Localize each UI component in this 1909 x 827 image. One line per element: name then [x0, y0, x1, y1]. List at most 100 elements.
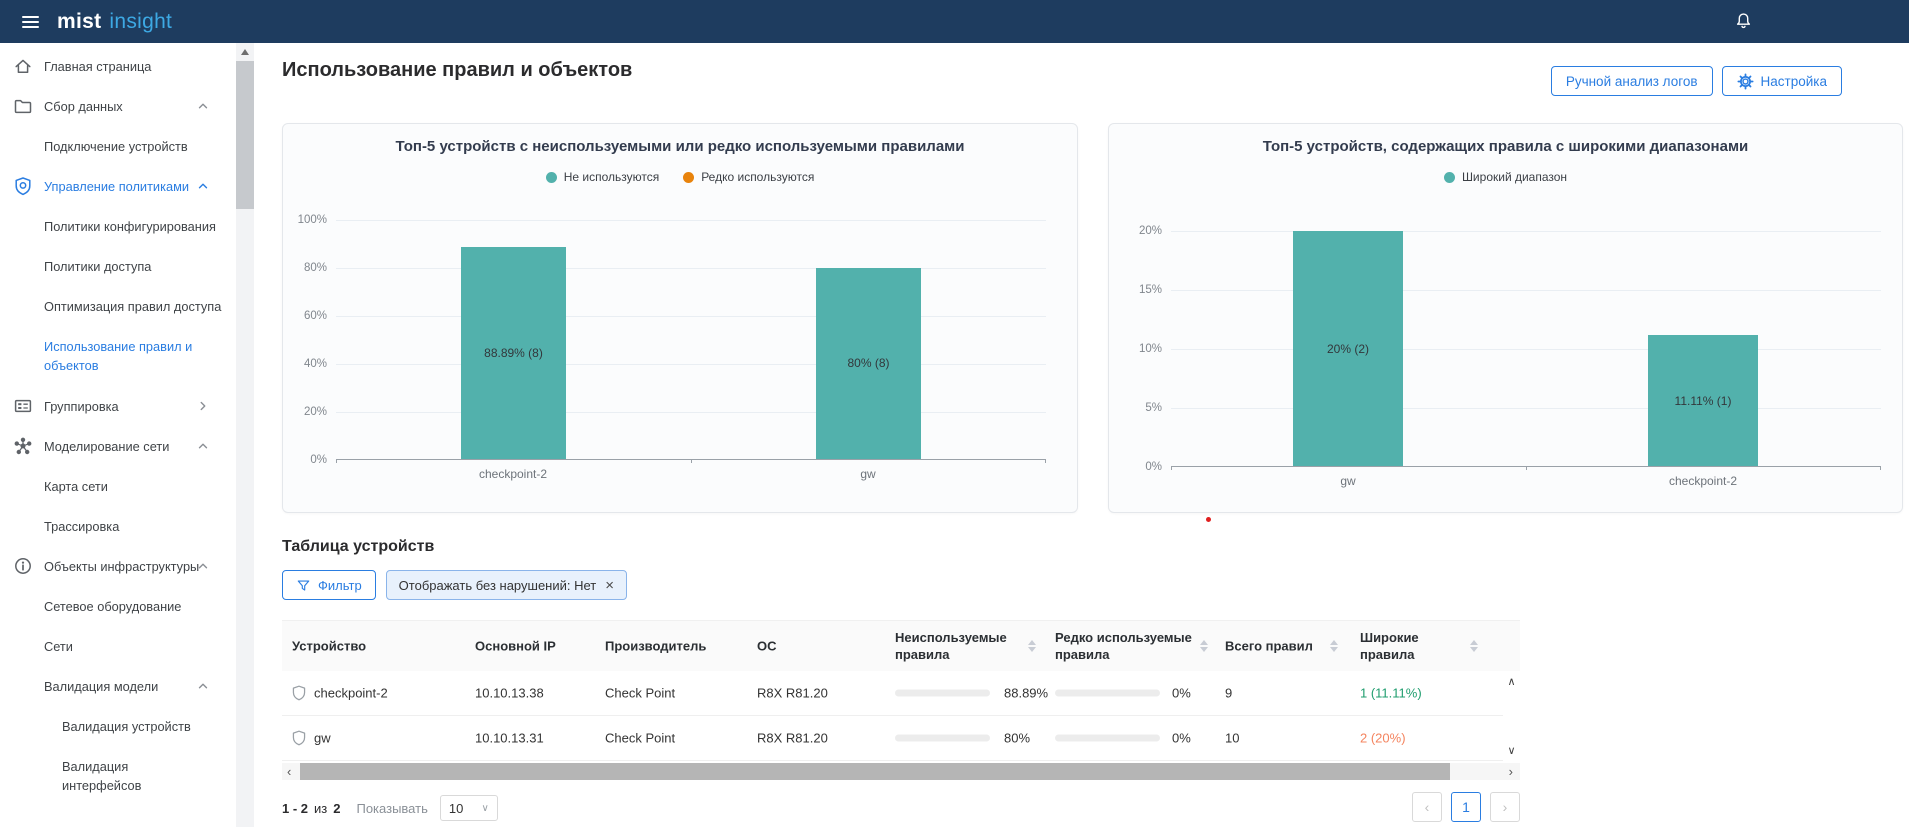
column-header-total-rules[interactable]: Всего правил — [1225, 638, 1313, 655]
legend-item-unused[interactable]: Не используются — [546, 170, 660, 184]
page-size-value: 10 — [449, 801, 463, 816]
sort-arrows-icon[interactable] — [1028, 640, 1036, 652]
column-header-vendor[interactable]: Производитель — [605, 638, 706, 655]
info-icon — [13, 556, 33, 576]
sidebar-item-config-policies[interactable]: Политики конфигурирования — [0, 206, 236, 246]
sidebar-item-infrastructure-objects[interactable]: Объекты инфраструктуры — [0, 546, 236, 586]
filter-button[interactable]: Фильтр — [282, 570, 376, 600]
sidebar-item-label: Группировка — [44, 399, 119, 414]
sort-arrows-icon[interactable] — [1200, 640, 1208, 652]
sidebar-item-policy-management[interactable]: Управление политиками — [0, 166, 236, 206]
scroll-down-arrow-icon[interactable]: ∨ — [1507, 744, 1515, 757]
chart-title: Топ-5 устройств с неиспользуемыми или ре… — [283, 138, 1077, 155]
scrollbar-thumb[interactable] — [300, 763, 1450, 780]
legend-label: Не используются — [564, 170, 660, 184]
chevron-right-icon — [196, 399, 210, 413]
table-row[interactable]: checkpoint-2 10.10.13.38 Check Point R8X… — [282, 671, 1520, 716]
manual-log-analysis-label: Ручной анализ логов — [1566, 74, 1698, 89]
cell-rare-pct: 0% — [1172, 686, 1191, 701]
bar-value-label: 11.11% (1) — [1675, 394, 1732, 408]
column-header-unused-rules[interactable]: Неиспользуемые правила — [895, 629, 1013, 663]
grouping-card-icon — [13, 396, 33, 416]
chip-close-icon[interactable]: × — [605, 577, 614, 594]
column-header-os[interactable]: ОС — [757, 638, 777, 655]
cell-ip: 10.10.13.38 — [475, 686, 544, 701]
table-row[interactable]: gw 10.10.13.31 Check Point R8X R81.20 80… — [282, 716, 1520, 761]
column-header-device[interactable]: Устройство — [292, 638, 366, 655]
network-icon — [13, 436, 33, 456]
pagination-controls: ‹ 1 › — [1412, 792, 1520, 822]
column-header-rarely-used-rules[interactable]: Редко используемые правила — [1055, 629, 1200, 663]
table-horizontal-scrollbar[interactable]: ‹ › — [282, 763, 1520, 780]
y-tick: 40% — [304, 358, 327, 370]
y-tick: 10% — [1139, 343, 1162, 355]
chevron-up-icon — [196, 679, 210, 693]
sidebar-item-label: Валидация модели — [44, 679, 158, 694]
hamburger-menu-icon[interactable] — [22, 16, 39, 28]
sidebar-item-device-validation[interactable]: Валидация устройств — [0, 706, 236, 746]
brand-secondary: insight — [109, 10, 172, 34]
scroll-left-arrow-icon[interactable]: ‹ — [287, 763, 291, 780]
pagination-range: 1 - 2 — [282, 801, 308, 816]
manual-log-analysis-button[interactable]: Ручной анализ логов — [1551, 66, 1713, 96]
y-tick: 15% — [1139, 284, 1162, 296]
top-navbar: mist insight — [0, 0, 1909, 43]
sidebar-item-label: Управление политиками — [44, 179, 189, 194]
chart-title: Топ-5 устройств, содержащих правила с ши… — [1109, 138, 1902, 155]
sidebar-item-networks[interactable]: Сети — [0, 626, 236, 666]
sort-arrows-icon[interactable] — [1330, 640, 1338, 652]
sidebar-item-device-connection[interactable]: Подключение устройств — [0, 126, 236, 166]
sidebar-item-interface-validation[interactable]: Валидация интерфейсов — [0, 746, 236, 806]
sidebar-item-label: Трассировка — [44, 519, 119, 534]
sidebar-item-data-collection[interactable]: Сбор данных — [0, 86, 236, 126]
bell-icon[interactable] — [1733, 11, 1754, 32]
shield-icon — [290, 684, 308, 702]
sidebar-item-model-validation[interactable]: Валидация модели — [0, 666, 236, 706]
legend-item-rarely-used[interactable]: Редко используются — [683, 170, 814, 184]
sidebar-item-home[interactable]: Главная страница — [0, 46, 236, 86]
table-vertical-scrollbar[interactable]: ∧ ∨ — [1503, 671, 1520, 761]
y-tick: 0% — [1145, 461, 1162, 473]
sidebar-item-access-rule-optimization[interactable]: Оптимизация правил доступа — [0, 286, 236, 326]
legend-item-wide-range[interactable]: Широкий диапазон — [1444, 170, 1567, 184]
scroll-up-arrow-icon[interactable]: ∧ — [1507, 675, 1515, 688]
sidebar-item-rule-object-usage[interactable]: Использование правил и объектов — [0, 326, 236, 386]
scroll-up-arrow-icon[interactable] — [236, 43, 254, 61]
chart-card-wide-range-rules: Топ-5 устройств, содержащих правила с ши… — [1108, 123, 1903, 513]
page-size-select[interactable]: 10 ∨ — [440, 795, 498, 821]
sort-arrows-icon[interactable] — [1470, 640, 1478, 652]
cell-vendor: Check Point — [605, 686, 675, 701]
prev-page-button[interactable]: ‹ — [1412, 792, 1442, 822]
chevron-down-icon: ∨ — [482, 803, 489, 814]
sidebar-item-network-modeling[interactable]: Моделирование сети — [0, 426, 236, 466]
sidebar-item-label: Подключение устройств — [44, 139, 188, 154]
sidebar-item-label: Политики доступа — [44, 259, 151, 274]
page-size-label: Показывать — [356, 801, 427, 816]
page-1-button[interactable]: 1 — [1451, 792, 1481, 822]
chevron-up-icon — [196, 559, 210, 573]
sidebar-item-label: Объекты инфраструктуры — [44, 559, 199, 574]
cell-os: R8X R81.20 — [757, 731, 828, 746]
cell-vendor: Check Point — [605, 731, 675, 746]
vertical-scrollbar[interactable] — [236, 43, 254, 827]
filter-chip-label: Отображать без нарушений: Нет — [399, 578, 597, 593]
sidebar-item-label: Политики конфигурирования — [44, 219, 216, 234]
sidebar-item-network-map[interactable]: Карта сети — [0, 466, 236, 506]
settings-button[interactable]: Настройка — [1722, 66, 1842, 96]
sidebar-item-network-equipment[interactable]: Сетевое оборудование — [0, 586, 236, 626]
column-header-primary-ip[interactable]: Основной IP — [475, 638, 556, 655]
sidebar-item-access-policies[interactable]: Политики доступа — [0, 246, 236, 286]
filter-chip-no-violations[interactable]: Отображать без нарушений: Нет × — [386, 570, 627, 600]
bar-value-label: 20% (2) — [1327, 342, 1369, 356]
chart-card-unused-rules: Топ-5 устройств с неиспользуемыми или ре… — [282, 123, 1078, 513]
bar-gw: 20% (2) — [1293, 231, 1403, 466]
sidebar-item-tracing[interactable]: Трассировка — [0, 506, 236, 546]
legend-label: Широкий диапазон — [1462, 170, 1567, 184]
table-section-heading: Таблица устройств — [282, 538, 434, 556]
chart-legend: Не используются Редко используются — [283, 170, 1077, 184]
next-page-button[interactable]: › — [1490, 792, 1520, 822]
scrollbar-thumb[interactable] — [236, 61, 254, 209]
sidebar-item-grouping[interactable]: Группировка — [0, 386, 236, 426]
scroll-right-arrow-icon[interactable]: › — [1509, 763, 1513, 780]
column-header-wide-rules[interactable]: Широкие правила — [1360, 629, 1446, 663]
